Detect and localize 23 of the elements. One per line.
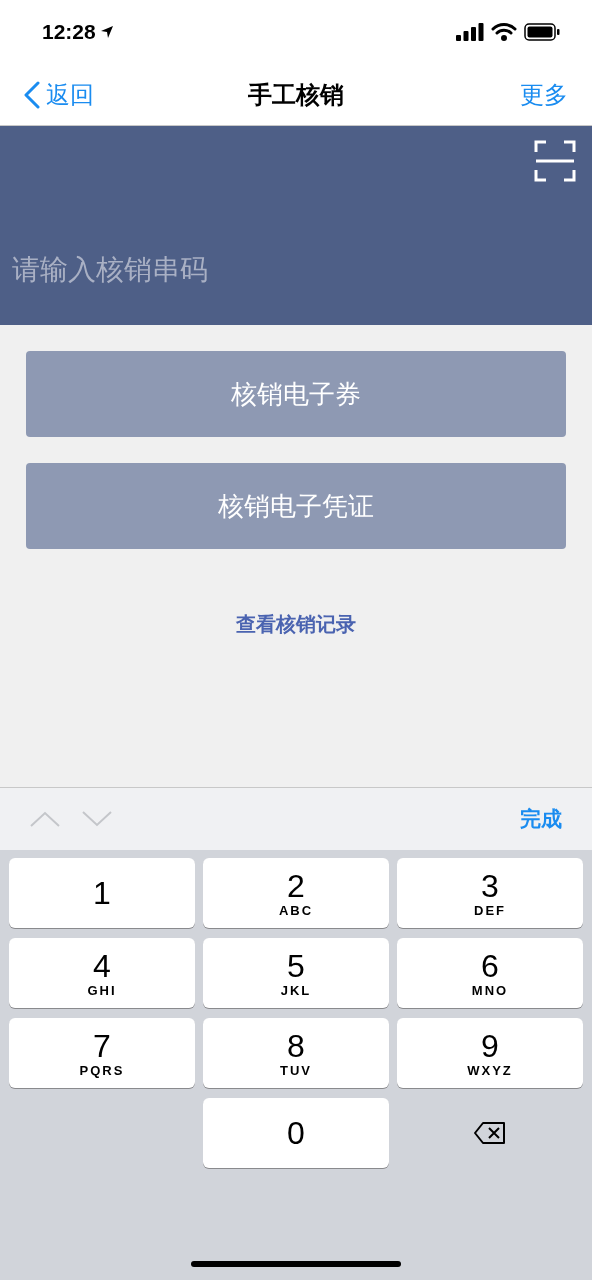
page-title: 手工核销: [248, 79, 344, 110]
records-link[interactable]: 查看核销记录: [236, 609, 356, 639]
signal-icon: [456, 23, 484, 41]
keypad-key[interactable]: 6 MNO: [397, 938, 583, 1008]
keypad-key[interactable]: 9 WXYZ: [397, 1018, 583, 1088]
more-button[interactable]: 更多: [520, 76, 568, 113]
wifi-icon: [491, 23, 517, 41]
backspace-icon: [473, 1121, 507, 1145]
battery-icon: [524, 23, 560, 41]
chevron-up-icon[interactable]: [30, 811, 60, 827]
chevron-left-icon: [24, 80, 40, 109]
keypad-key[interactable]: 4 GHI: [9, 938, 195, 1008]
keypad-key[interactable]: 0: [203, 1098, 389, 1168]
status-time: 12:28: [42, 19, 96, 46]
keypad-key[interactable]: 7 PQRS: [9, 1018, 195, 1088]
chevron-down-icon[interactable]: [82, 811, 112, 827]
keypad-key[interactable]: 8 TUV: [203, 1018, 389, 1088]
keypad-key[interactable]: 1: [9, 858, 195, 928]
scan-icon[interactable]: [534, 140, 576, 182]
keypad-key[interactable]: 3 DEF: [397, 858, 583, 928]
keypad-key[interactable]: 2 ABC: [203, 858, 389, 928]
location-arrow-icon: [99, 25, 114, 39]
keypad-key[interactable]: 5 JKL: [203, 938, 389, 1008]
